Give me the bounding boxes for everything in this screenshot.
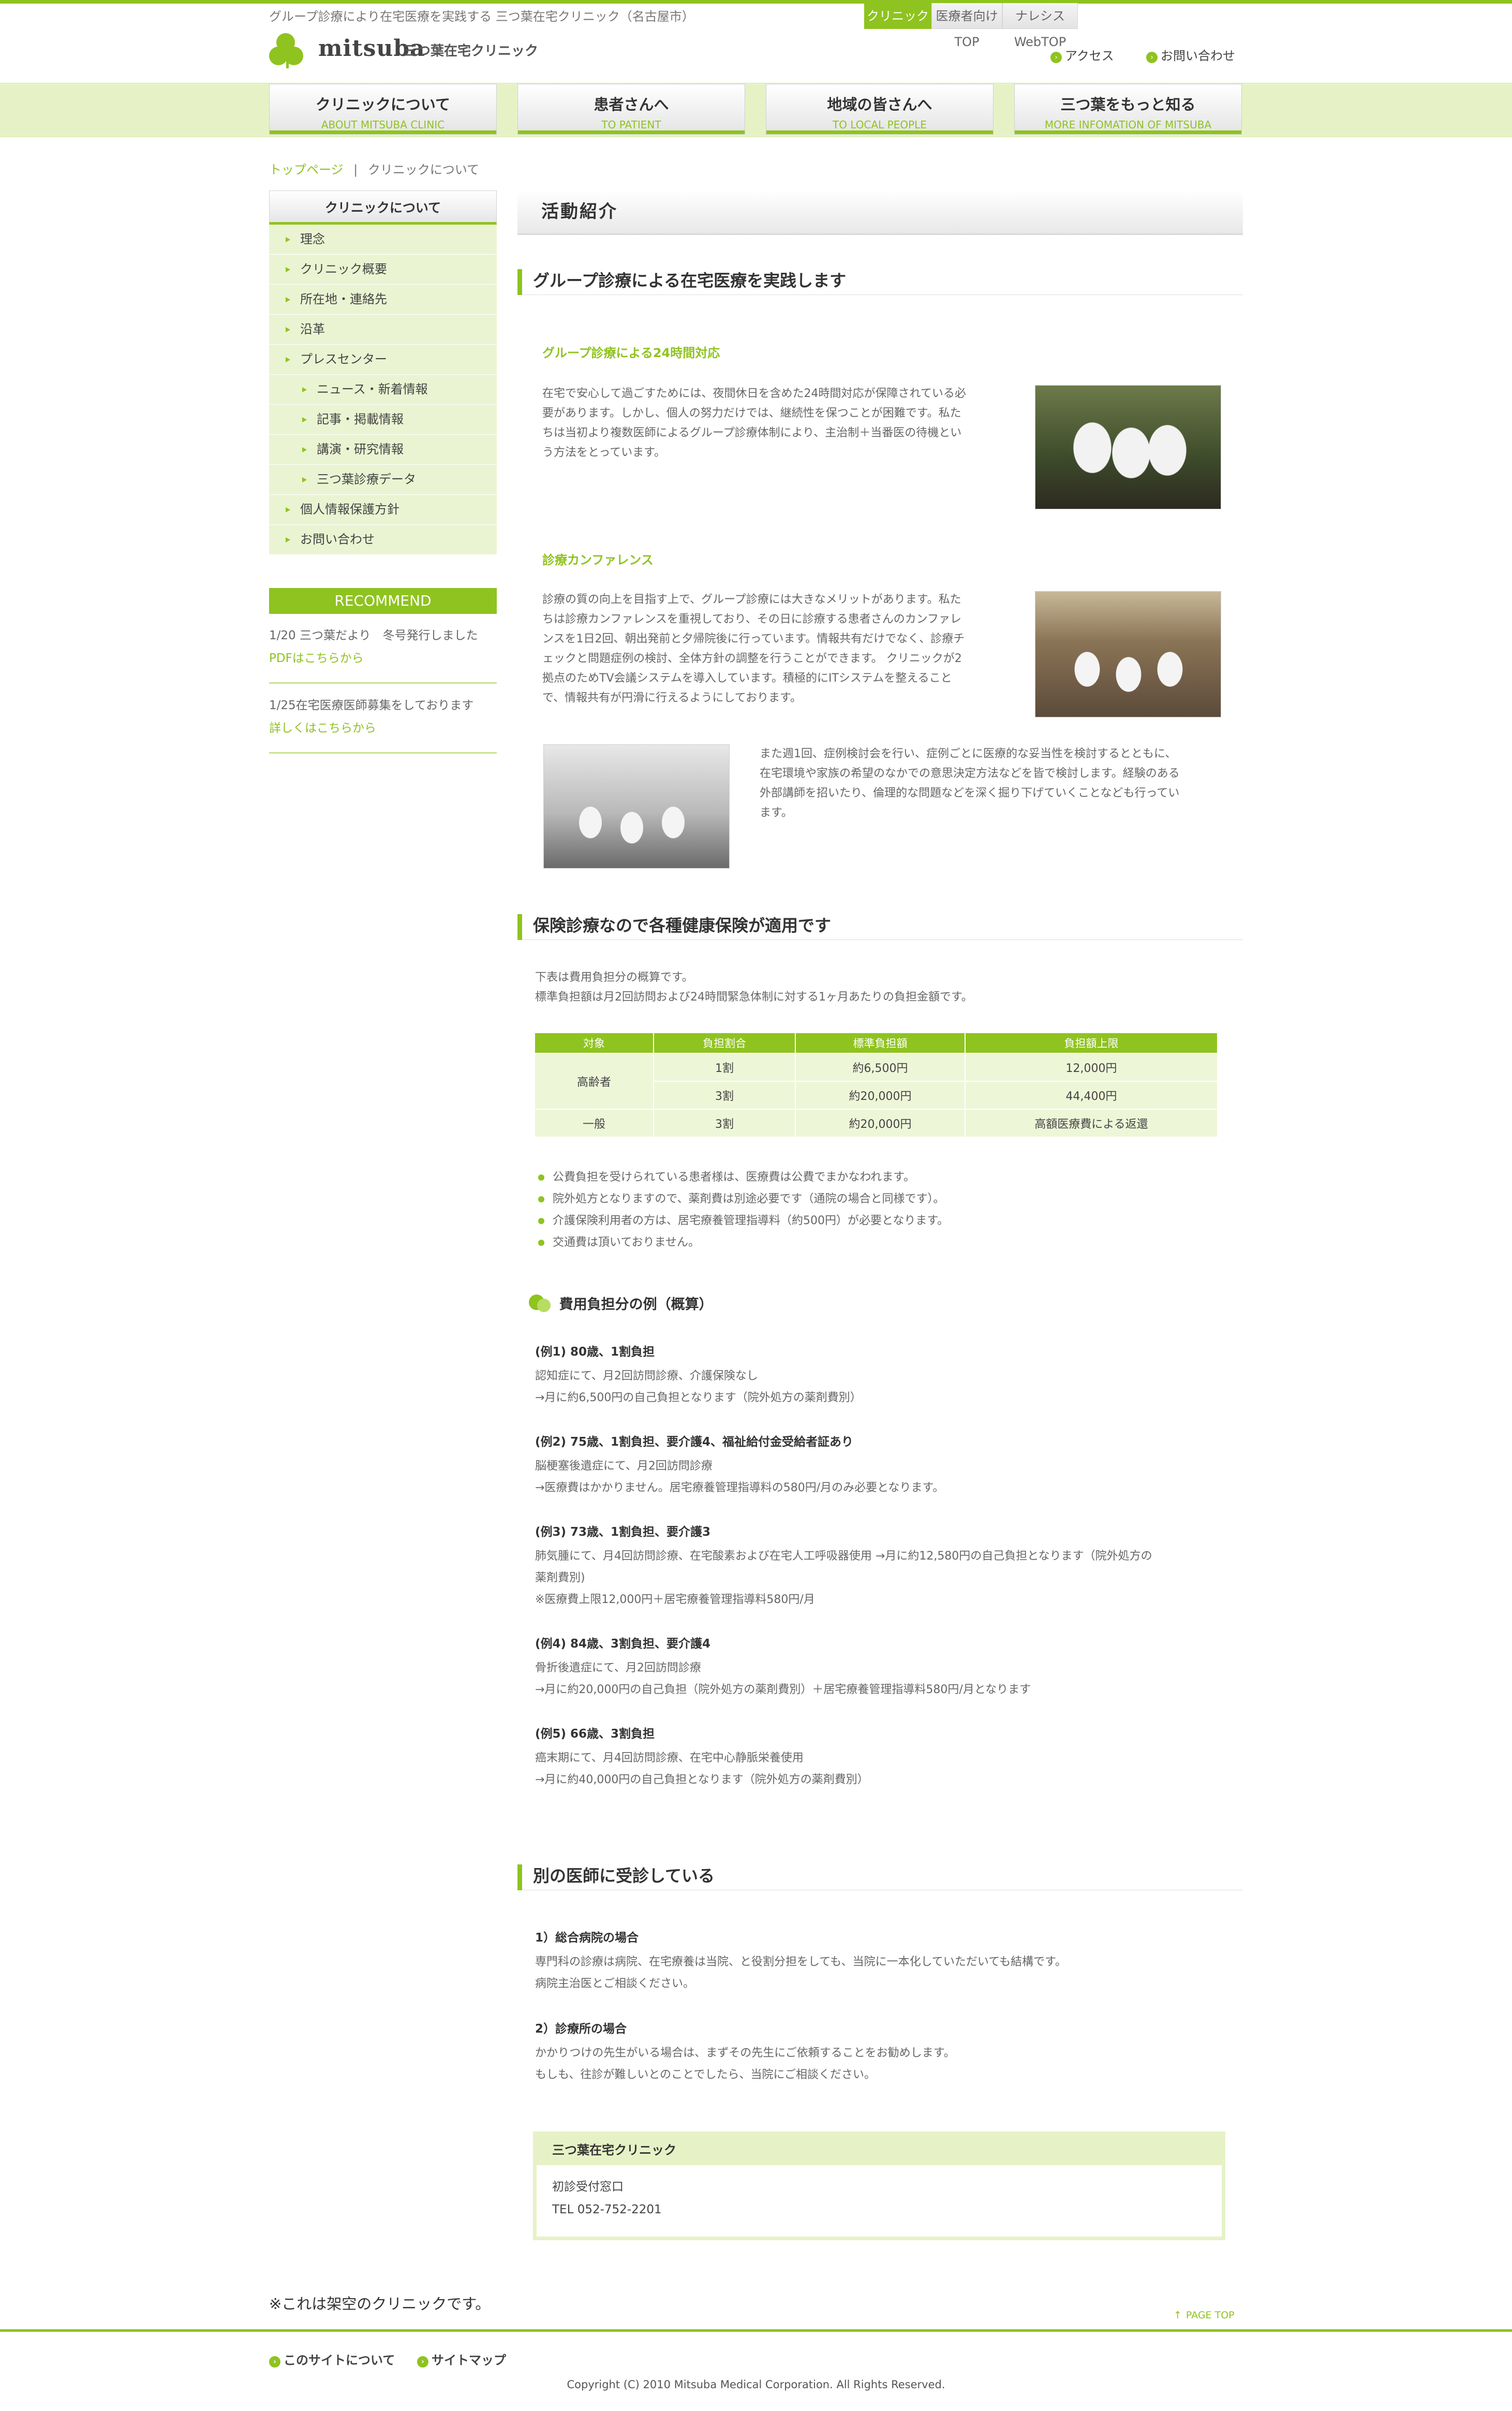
notes-list: 公費負担を受けられている患者様は、医療費は公費でまかなわれます。 院外処方となり…	[535, 1167, 948, 1254]
logo-subtitle: 三つ葉在宅クリニック	[404, 43, 539, 59]
sidebar-heading: クリニックについて	[269, 190, 497, 225]
recommend-item: 1/25在宅医療医師募集をしております 詳しくはこちらから	[269, 684, 497, 754]
table-header: 負担割合	[654, 1033, 795, 1053]
recommend-heading: RECOMMEND	[269, 588, 497, 614]
up-arrow-icon: ↑	[1174, 2310, 1182, 2321]
breadcrumb-home[interactable]: トップページ	[269, 163, 344, 177]
list-item: (例3) 73歳、1割負担、要介護3 肺気腫にて、月4回訪問診療、在宅酸素および…	[535, 1525, 1152, 1606]
list-item: 交通費は頂いておりません。	[535, 1232, 948, 1254]
table-header: 対象	[535, 1033, 653, 1053]
sidebar-item-location[interactable]: 所在地・連絡先	[269, 285, 497, 315]
table-intro: 下表は費用負担分の概算です。 標準負担額は月2回訪問および24時間緊急体制に対する…	[535, 971, 973, 1004]
footer-accent-line	[0, 2329, 1512, 2332]
arrow-circle-icon: ›	[1050, 52, 1062, 63]
list-item: 介護保険利用者の方は、居宅療養管理指導料（約500円）が必要となります。	[535, 1210, 948, 1232]
nav-to-patient[interactable]: 患者さんへ TO PATIENT	[517, 84, 745, 135]
cost-table: 対象 負担割合 標準負担額 負担額上限 高齢者 1割 約6,500円 12,00…	[534, 1032, 1218, 1138]
section-heading: グループ診療による在宅医療を実践します	[517, 266, 1243, 295]
other-doctor-list: 1）総合病院の場合 専門科の診療は病院、在宅療養は当院、と役割分担をしても、当院…	[535, 1928, 1234, 2086]
footer-about-link[interactable]: › このサイトについて	[269, 2350, 395, 2368]
main-content: 活動紹介 グループ診療による在宅医療を実践します グループ診療による24時間対応…	[517, 190, 1243, 2081]
nav-more-info[interactable]: 三つ葉をもっと知る MORE INFOMATION OF MITSUBA	[1014, 84, 1242, 135]
global-nav-band	[0, 83, 1512, 137]
site-logo[interactable]: mitsuba 三つ葉在宅クリニック	[269, 31, 539, 68]
info-box-title: 三つ葉在宅クリニック	[537, 2135, 1222, 2165]
table-header: 標準負担額	[796, 1033, 965, 1053]
sidebar-item-privacy[interactable]: 個人情報保護方針	[269, 495, 497, 525]
leaf-bullet-icon	[529, 1295, 553, 1312]
top-accent-line	[0, 0, 1512, 4]
arrow-circle-icon: ›	[417, 2356, 428, 2368]
sidebar-item-data[interactable]: 三つ葉診療データ	[269, 465, 497, 495]
section-heading: 保険診療なので各種健康保険が適用です	[517, 911, 1243, 940]
sidebar-item-contact[interactable]: お問い合わせ	[269, 525, 497, 555]
tab-naresis-top[interactable]: ナレシスWebTOP	[1002, 3, 1078, 49]
phone-number: TEL 052-752-2201	[552, 2203, 662, 2216]
list-item: (例5) 66歳、3割負担 癌末期にて、月4回訪問診療、在宅中心静脈栄養使用 →月…	[535, 1727, 869, 1786]
paragraph-24h: 在宅で安心して過ごすためには、夜間休日を含めた24時間対応が保障されている必 要が…	[542, 387, 966, 459]
case-meeting-photo	[543, 744, 730, 869]
section-heading: 別の医師に受診している	[517, 1861, 1243, 1890]
sidebar-item-overview[interactable]: クリニック概要	[269, 255, 497, 285]
list-item: 公費負担を受けられている患者様は、医療費は公費でまかなわれます。	[535, 1167, 948, 1188]
access-link[interactable]: › アクセス	[1050, 46, 1114, 64]
info-line: 初診受付窓口	[552, 2180, 624, 2194]
paragraph-case-review: また週1回、症例検討会を行い、症例ごとに医療的な妥当性を検討するとともに、 在宅環…	[760, 747, 1180, 819]
tab-medical-top[interactable]: 医療者向けTOP	[931, 3, 1002, 49]
paragraph-conference: 診療の質の向上を目指す上で、グループ診療には大きなメリットがあります。私た ちは診…	[542, 593, 965, 704]
list-item: (例4) 84歳、3割負担、要介護4 骨折後遺症にて、月2回訪問診療 →月に約20…	[535, 1637, 1031, 1696]
sidebar-item-philosophy[interactable]: 理念	[269, 225, 497, 255]
examples-heading: 費用負担分の例（概算）	[529, 1293, 713, 1313]
sidebar-item-articles[interactable]: 記事・掲載情報	[269, 405, 497, 435]
table-row: 一般 3割 約20,000円 高額医療費による返還	[535, 1110, 1217, 1137]
site-tagline: グループ診療により在宅医療を実践する 三つ葉在宅クリニック（名古屋市）	[269, 9, 694, 24]
recommend-link[interactable]: PDFはこちらから	[269, 647, 497, 670]
subsection-heading: 診療カンファレンス	[542, 553, 654, 567]
contact-info-box: 三つ葉在宅クリニック 初診受付窓口 TEL 052-752-2201	[533, 2131, 1225, 2240]
conference-photo	[1035, 591, 1221, 717]
sidebar-item-news[interactable]: ニュース・新着情報	[269, 375, 497, 405]
breadcrumb: トップページ | クリニックについて	[269, 163, 480, 177]
list-item: (例2) 75歳、1割負担、要介護4、福祉給付金受給者証あり 脳梗塞後遺症にて、…	[535, 1435, 944, 1494]
page-top-link[interactable]: ↑ PAGE TOP	[1174, 2310, 1235, 2321]
copyright: Copyright (C) 2010 Mitsuba Medical Corpo…	[567, 2378, 945, 2391]
page-title: 活動紹介	[517, 190, 1243, 235]
breadcrumb-current: クリニックについて	[367, 163, 480, 177]
sidebar-item-press-center[interactable]: プレスセンター	[269, 345, 497, 375]
sidebar: クリニックについて 理念 クリニック概要 所在地・連絡先 沿革 プレスセンター …	[269, 190, 497, 754]
list-item: 2）診療所の場合 かかりつけの先生がいる場合は、まずその先生にご依頼することをお…	[535, 2022, 955, 2081]
examples-list: (例1) 80歳、1割負担 認知症にて、月2回訪問診療、介護保険なし →月に約6,…	[535, 1342, 1234, 1791]
sidebar-item-lectures[interactable]: 講演・研究情報	[269, 435, 497, 465]
fictional-note: ※これは架空のクリニックです。	[269, 2295, 491, 2313]
recommend-item: 1/20 三つ葉だより 冬号発行しました PDFはこちらから	[269, 614, 497, 684]
nav-about-clinic[interactable]: クリニックについて ABOUT MITSUBA CLINIC	[269, 84, 497, 135]
list-item: 院外処方となりますので、薬剤費は別途必要です（通院の場合と同様です）。	[535, 1188, 948, 1210]
recommend-link[interactable]: 詳しくはこちらから	[269, 717, 497, 740]
sidebar-item-history[interactable]: 沿革	[269, 315, 497, 345]
doctors-photo	[1035, 385, 1221, 509]
tab-clinic-top[interactable]: クリニックTOP	[864, 3, 931, 49]
table-header: 負担額上限	[966, 1033, 1217, 1053]
nav-to-local-people[interactable]: 地域の皆さんへ TO LOCAL PEOPLE	[766, 84, 994, 135]
subsection-heading: グループ診療による24時間対応	[542, 346, 720, 360]
footer-sitemap-link[interactable]: › サイトマップ	[417, 2350, 506, 2368]
table-row: 高齢者 1割 約6,500円 12,000円	[535, 1054, 1217, 1109]
arrow-circle-icon: ›	[1146, 52, 1158, 63]
list-item: 1）総合病院の場合 専門科の診療は病院、在宅療養は当院、と役割分担をしても、当院…	[535, 1931, 1066, 1990]
contact-link[interactable]: › お問い合わせ	[1146, 46, 1235, 64]
list-item: (例1) 80歳、1割負担 認知症にて、月2回訪問診療、介護保険なし →月に約6,…	[535, 1345, 862, 1404]
arrow-circle-icon: ›	[269, 2356, 280, 2368]
